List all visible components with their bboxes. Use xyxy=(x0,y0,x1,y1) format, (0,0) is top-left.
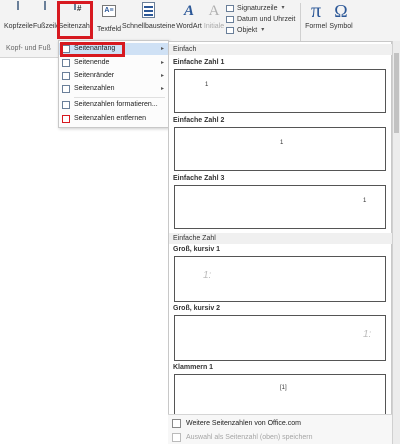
symbol-button[interactable]: Ω Symbol xyxy=(328,2,354,38)
more-page-numbers-link[interactable]: Weitere Seitenzahlen von Office.com xyxy=(168,417,301,430)
wordart-icon: A xyxy=(183,3,194,19)
save-selection-label: Auswahl als Seitenzahl (oben) speichern xyxy=(186,434,313,441)
menu-divider xyxy=(74,97,165,98)
scrollbar-thumb[interactable] xyxy=(394,53,399,133)
schnellbausteine-label: Schnellbausteine xyxy=(122,23,176,30)
page-number-mark: [1] xyxy=(280,385,287,391)
page-number-mark: 1: xyxy=(203,270,212,281)
chevron-down-icon: ▾ xyxy=(281,5,285,11)
kopfzeile-label: Kopfzeile xyxy=(4,23,33,30)
formel-label: Formel xyxy=(305,23,327,30)
formel-button[interactable]: π Formel xyxy=(302,0,330,38)
submenu-arrow-icon: ▸ xyxy=(160,46,164,52)
objekt-label: Objekt xyxy=(237,27,258,34)
gallery-item-title: Klammern 1 xyxy=(173,364,214,371)
menu-item-entfernen[interactable]: Seitenzahlen entfernen xyxy=(59,113,168,125)
objekt-button[interactable]: Objekt ▾ xyxy=(226,25,295,36)
page-number-mark: 1 xyxy=(205,82,209,88)
pi-icon: π xyxy=(310,0,322,22)
textbox-icon: A≡ xyxy=(102,5,116,23)
menu-item-label: Seitenzahlen formatieren... xyxy=(74,101,158,108)
calendar-icon xyxy=(226,16,234,23)
chevron-down-icon: ▾ xyxy=(261,27,265,33)
textbox-glyph: A≡ xyxy=(102,5,116,17)
submenu-arrow-icon: ▸ xyxy=(160,60,164,66)
gallery-item-einfache-zahl-1[interactable]: 1 xyxy=(174,69,386,113)
gallery-footer: Weitere Seitenzahlen von Office.com Ausw… xyxy=(168,414,392,444)
gallery-item-einfache-zahl-3[interactable]: 1 xyxy=(174,185,386,229)
initiale-button[interactable]: A Initiale xyxy=(203,2,225,38)
format-page-number-icon xyxy=(62,101,70,109)
page-bottom-icon xyxy=(62,59,70,67)
submenu-arrow-icon: ▸ xyxy=(160,73,164,79)
current-position-icon xyxy=(62,85,70,93)
textfeld-button[interactable]: A≡ Textfeld xyxy=(96,2,122,38)
signature-icon xyxy=(226,5,234,12)
gallery-item-klammern-1[interactable]: [1] xyxy=(174,374,386,418)
menu-item-formatieren[interactable]: Seitenzahlen formatieren... xyxy=(59,99,168,111)
signaturzeile-button[interactable]: Signaturzeile ▾ xyxy=(226,3,295,14)
submenu-arrow-icon: ▸ xyxy=(160,86,164,92)
group-label-kopf-fuss: Kopf- und Fuß xyxy=(6,45,51,52)
gallery-item-title: Einfache Zahl 1 xyxy=(173,59,225,66)
page-number-mark: 1: xyxy=(363,329,372,340)
symbol-label: Symbol xyxy=(329,23,353,30)
footer-icon xyxy=(38,1,52,20)
gallery-item-einfache-zahl-2[interactable]: 1 xyxy=(174,127,386,171)
more-page-numbers-label: Weitere Seitenzahlen von Office.com xyxy=(186,420,301,427)
remove-page-number-icon xyxy=(62,115,70,123)
menu-item-label: Seitenzahlen xyxy=(74,85,115,92)
menu-item-label: Seitenzahlen entfernen xyxy=(74,115,146,122)
page-number-mark: 1 xyxy=(280,140,284,146)
gallery-item-title: Einfache Zahl 3 xyxy=(173,175,225,182)
wordart-label: WordArt xyxy=(176,23,202,30)
gallery-item-title: Groß, kursiv 2 xyxy=(173,305,221,312)
wordart-button[interactable]: A WordArt xyxy=(175,2,203,38)
save-selection-icon xyxy=(172,433,181,442)
header-icon xyxy=(11,1,25,20)
gallery-section-header: Einfache Zahl xyxy=(169,233,392,244)
gallery-item-title: Groß, kursiv 1 xyxy=(173,246,221,253)
menu-item-seitenzahlen[interactable]: Seitenzahlen ▸ xyxy=(59,83,168,95)
textfeld-label: Textfeld xyxy=(96,26,122,33)
seitenanfang-highlight-box xyxy=(60,42,125,57)
menu-item-seitenraender[interactable]: Seitenränder ▸ xyxy=(59,70,168,82)
kopfzeile-button[interactable]: Kopfzeile xyxy=(4,1,33,38)
seitenzahl-highlight-box xyxy=(57,1,93,39)
omega-icon: Ω xyxy=(334,1,348,21)
fusszeile-label: Fußzeile xyxy=(33,23,60,30)
schnellbausteine-button[interactable]: Schnellbausteine xyxy=(122,2,176,38)
drop-cap-icon: A xyxy=(208,3,220,19)
office-com-icon xyxy=(172,419,181,428)
gallery-scrollbar[interactable] xyxy=(392,41,400,444)
datum-uhrzeit-label: Datum und Uhrzeit xyxy=(237,16,296,23)
gallery-item-gross-kursiv-1[interactable]: 1: xyxy=(174,256,386,302)
page-margin-icon xyxy=(62,72,70,80)
quick-parts-icon xyxy=(141,2,155,20)
object-icon xyxy=(226,27,234,34)
text-small-group: Signaturzeile ▾ Datum und Uhrzeit Objekt… xyxy=(226,3,295,36)
menu-item-seitenende[interactable]: Seitenende ▸ xyxy=(59,57,168,69)
menu-item-label: Seitenränder xyxy=(74,72,115,79)
save-selection-link[interactable]: Auswahl als Seitenzahl (oben) speichern xyxy=(168,431,312,444)
gallery-item-gross-kursiv-2[interactable]: 1: xyxy=(174,315,386,361)
page-number-mark: 1 xyxy=(363,198,367,204)
page-number-gallery: Einfach Einfache Zahl 1 1 Einfache Zahl … xyxy=(168,41,392,444)
initiale-label: Initiale xyxy=(203,23,225,30)
gallery-item-title: Einfache Zahl 2 xyxy=(173,117,225,124)
menu-item-label: Seitenende xyxy=(74,59,110,66)
gallery-section-header: Einfach xyxy=(169,44,392,55)
datum-uhrzeit-button[interactable]: Datum und Uhrzeit xyxy=(226,14,295,25)
fusszeile-button[interactable]: Fußzeile xyxy=(33,1,60,38)
signaturzeile-label: Signaturzeile xyxy=(237,5,278,12)
